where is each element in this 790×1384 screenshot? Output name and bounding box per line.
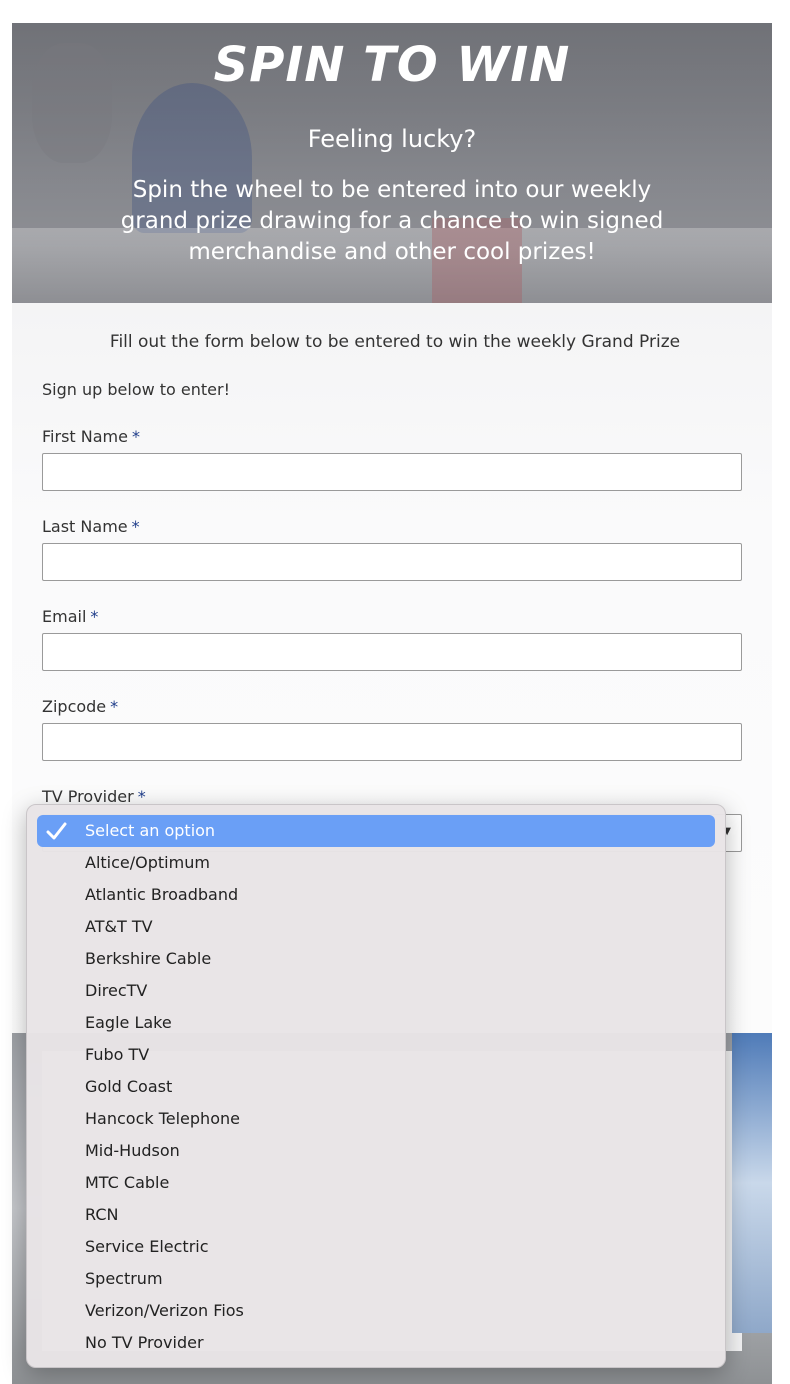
dropdown-option-label: Fubo TV: [85, 1045, 150, 1064]
dropdown-option-label: Altice/Optimum: [85, 853, 210, 872]
dropdown-option-label: Eagle Lake: [85, 1013, 172, 1032]
dropdown-option[interactable]: MTC Cable: [37, 1167, 715, 1199]
last-name-label-text: Last Name: [42, 517, 128, 536]
zipcode-label-text: Zipcode: [42, 697, 107, 716]
dropdown-option-label: Select an option: [85, 821, 216, 840]
last-name-label: Last Name *: [42, 517, 140, 536]
tv-provider-dropdown[interactable]: Select an option Altice/Optimum Atlantic B…: [26, 804, 726, 1368]
dropdown-option-label: Hancock Telephone: [85, 1109, 240, 1128]
zipcode-label: Zipcode *: [42, 697, 118, 716]
dropdown-option[interactable]: No TV Provider: [37, 1327, 715, 1359]
dropdown-option[interactable]: Fubo TV: [37, 1039, 715, 1071]
required-marker: *: [110, 697, 119, 716]
dropdown-option-label: AT&T TV: [85, 917, 153, 936]
email-field[interactable]: [42, 633, 742, 671]
required-marker: *: [90, 607, 99, 626]
dropdown-option[interactable]: Service Electric: [37, 1231, 715, 1263]
dropdown-option-label: Berkshire Cable: [85, 949, 212, 968]
dropdown-option-label: Verizon/Verizon Fios: [85, 1301, 244, 1320]
first-name-label-text: First Name: [42, 427, 128, 446]
required-marker: *: [131, 427, 140, 446]
first-name-field[interactable]: [42, 453, 742, 491]
dropdown-option-label: RCN: [85, 1205, 119, 1224]
player-figure: [732, 1033, 772, 1333]
zipcode-field[interactable]: [42, 723, 742, 761]
dropdown-option[interactable]: Gold Coast: [37, 1071, 715, 1103]
dropdown-option-label: Mid-Hudson: [85, 1141, 180, 1160]
dropdown-option-label: Spectrum: [85, 1269, 163, 1288]
dropdown-option[interactable]: DirecTV: [37, 975, 715, 1007]
dropdown-option-label: MTC Cable: [85, 1173, 170, 1192]
required-marker: *: [131, 517, 140, 536]
dropdown-option-label: No TV Provider: [85, 1333, 204, 1352]
dropdown-option[interactable]: AT&T TV: [37, 911, 715, 943]
hero-banner: SPIN TO WIN Feeling lucky? Spin the whee…: [12, 23, 772, 303]
dropdown-option[interactable]: Spectrum: [37, 1263, 715, 1295]
first-name-label: First Name *: [42, 427, 140, 446]
email-label: Email *: [42, 607, 98, 626]
dropdown-option[interactable]: Eagle Lake: [37, 1007, 715, 1039]
signup-text: Sign up below to enter!: [42, 380, 231, 399]
dropdown-option-label: Gold Coast: [85, 1077, 173, 1096]
hero-description: Spin the wheel to be entered into our we…: [120, 177, 664, 265]
dropdown-option[interactable]: Hancock Telephone: [37, 1103, 715, 1135]
hero-title: SPIN TO WIN: [213, 37, 571, 93]
dropdown-option[interactable]: Berkshire Cable: [37, 943, 715, 975]
last-name-field[interactable]: [42, 543, 742, 581]
dropdown-option-label: DirecTV: [85, 981, 148, 1000]
dropdown-option[interactable]: Atlantic Broadband: [37, 879, 715, 911]
checkmark-icon: [45, 815, 67, 847]
dropdown-option[interactable]: Select an option: [37, 815, 715, 847]
dropdown-option[interactable]: Altice/Optimum: [37, 847, 715, 879]
dropdown-option-label: Service Electric: [85, 1237, 209, 1256]
dropdown-option[interactable]: Mid-Hudson: [37, 1135, 715, 1167]
email-label-text: Email: [42, 607, 87, 626]
form-intro: Fill out the form below to be entered to…: [109, 332, 681, 352]
hero-subtitle: Feeling lucky?: [307, 125, 477, 153]
dropdown-option[interactable]: RCN: [37, 1199, 715, 1231]
dropdown-option-label: Atlantic Broadband: [85, 885, 239, 904]
dropdown-option[interactable]: Verizon/Verizon Fios: [37, 1295, 715, 1327]
